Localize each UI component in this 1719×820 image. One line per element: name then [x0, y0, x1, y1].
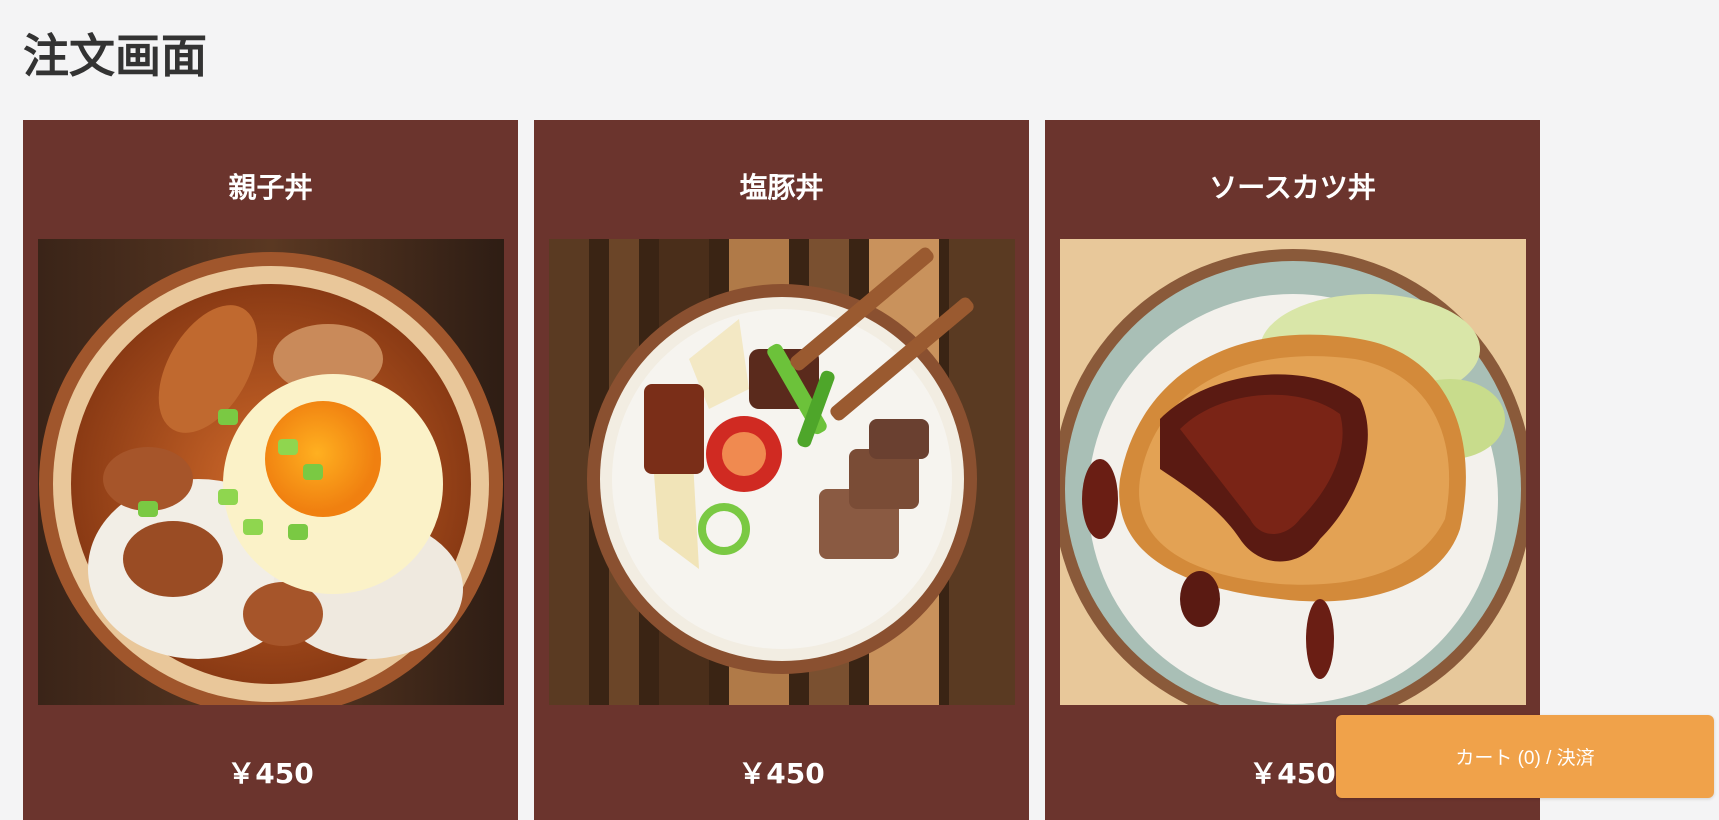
- menu-item-name: ソースカツ丼: [1209, 171, 1376, 204]
- menu-item-price: ￥450: [738, 757, 825, 790]
- menu-item-price: ￥450: [227, 757, 314, 790]
- menu-card-shiobutadon[interactable]: 塩豚丼 ￥450: [534, 120, 1029, 820]
- sauce-katsudon-image[interactable]: [1060, 239, 1526, 705]
- menu-card-oyakodon[interactable]: 親子丼 ￥450: [23, 120, 518, 820]
- cart-checkout-button[interactable]: カート (0) / 決済: [1336, 715, 1714, 798]
- shiobutadon-image[interactable]: [549, 239, 1015, 705]
- menu-grid: 親子丼 ￥450 塩豚丼 ￥450 ソースカツ丼 ￥450: [23, 120, 1540, 820]
- page-title: 注文画面: [23, 29, 207, 83]
- oyakodon-image[interactable]: [38, 239, 504, 705]
- menu-item-name: 塩豚丼: [739, 171, 824, 204]
- menu-item-name: 親子丼: [228, 171, 313, 204]
